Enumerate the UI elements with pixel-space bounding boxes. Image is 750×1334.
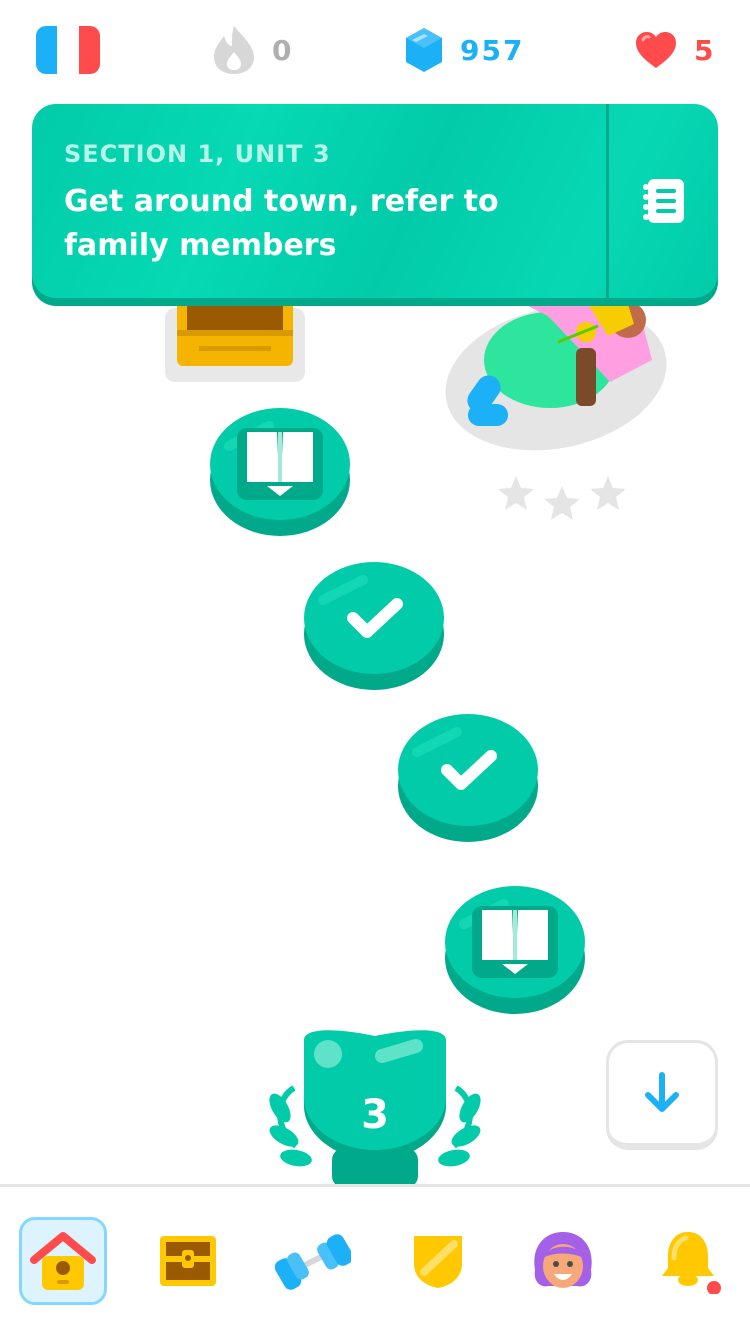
avatar-icon	[534, 1232, 592, 1288]
lesson-node-book[interactable]	[209, 406, 351, 538]
nav-notifications[interactable]	[646, 1217, 734, 1305]
nav-practice[interactable]	[269, 1217, 357, 1305]
gems-counter[interactable]: 957	[404, 20, 524, 80]
notification-badge	[707, 1281, 721, 1294]
lesson-node-completed[interactable]	[397, 712, 539, 844]
hearts-counter[interactable]: 5	[634, 20, 715, 80]
star-icon	[544, 486, 580, 520]
lesson-node-book[interactable]	[444, 884, 586, 1016]
book-icon	[472, 906, 558, 978]
nav-learn[interactable]	[19, 1217, 107, 1305]
bottom-navigation	[0, 1184, 750, 1334]
nav-leagues[interactable]	[394, 1217, 482, 1305]
guidebook-icon	[642, 179, 684, 223]
nav-profile[interactable]	[519, 1217, 607, 1305]
heart-icon	[636, 32, 676, 68]
nav-chest[interactable]	[144, 1217, 232, 1305]
streak-count: 0	[272, 33, 294, 67]
dumbbell-icon	[275, 1234, 351, 1290]
home-icon	[30, 1232, 96, 1290]
lesson-node-completed[interactable]	[303, 560, 445, 692]
trophy-unit-number: 3	[361, 1092, 389, 1138]
gems-count: 957	[460, 33, 525, 67]
streak-flame-icon	[214, 26, 254, 74]
scroll-down-button[interactable]	[606, 1040, 718, 1150]
unit-trophy[interactable]: 3	[266, 1028, 484, 1188]
arrow-down-icon	[645, 1072, 679, 1112]
star-icon	[498, 476, 534, 510]
gem-icon	[406, 28, 442, 72]
course-flag-icon[interactable]	[36, 26, 100, 74]
treasure-chest[interactable]	[165, 300, 305, 382]
shield-icon	[414, 1236, 462, 1288]
streak-counter[interactable]: 0	[212, 20, 293, 80]
star-icon	[590, 476, 626, 510]
hearts-count: 5	[694, 33, 716, 67]
book-icon	[237, 428, 323, 500]
section-label: SECTION 1, UNIT 3	[64, 140, 331, 168]
bell-icon	[662, 1232, 721, 1294]
top-status-bar: 0 957 5	[0, 0, 750, 100]
character-stars	[494, 472, 634, 532]
treasure-chest-icon	[160, 1236, 216, 1286]
guidebook-button[interactable]	[609, 104, 718, 298]
unit-banner[interactable]: SECTION 1, UNIT 3 Get around town, refer…	[32, 104, 718, 306]
unit-title: Get around town, refer to family members	[64, 184, 499, 263]
character-reading-illustration[interactable]	[438, 296, 670, 456]
